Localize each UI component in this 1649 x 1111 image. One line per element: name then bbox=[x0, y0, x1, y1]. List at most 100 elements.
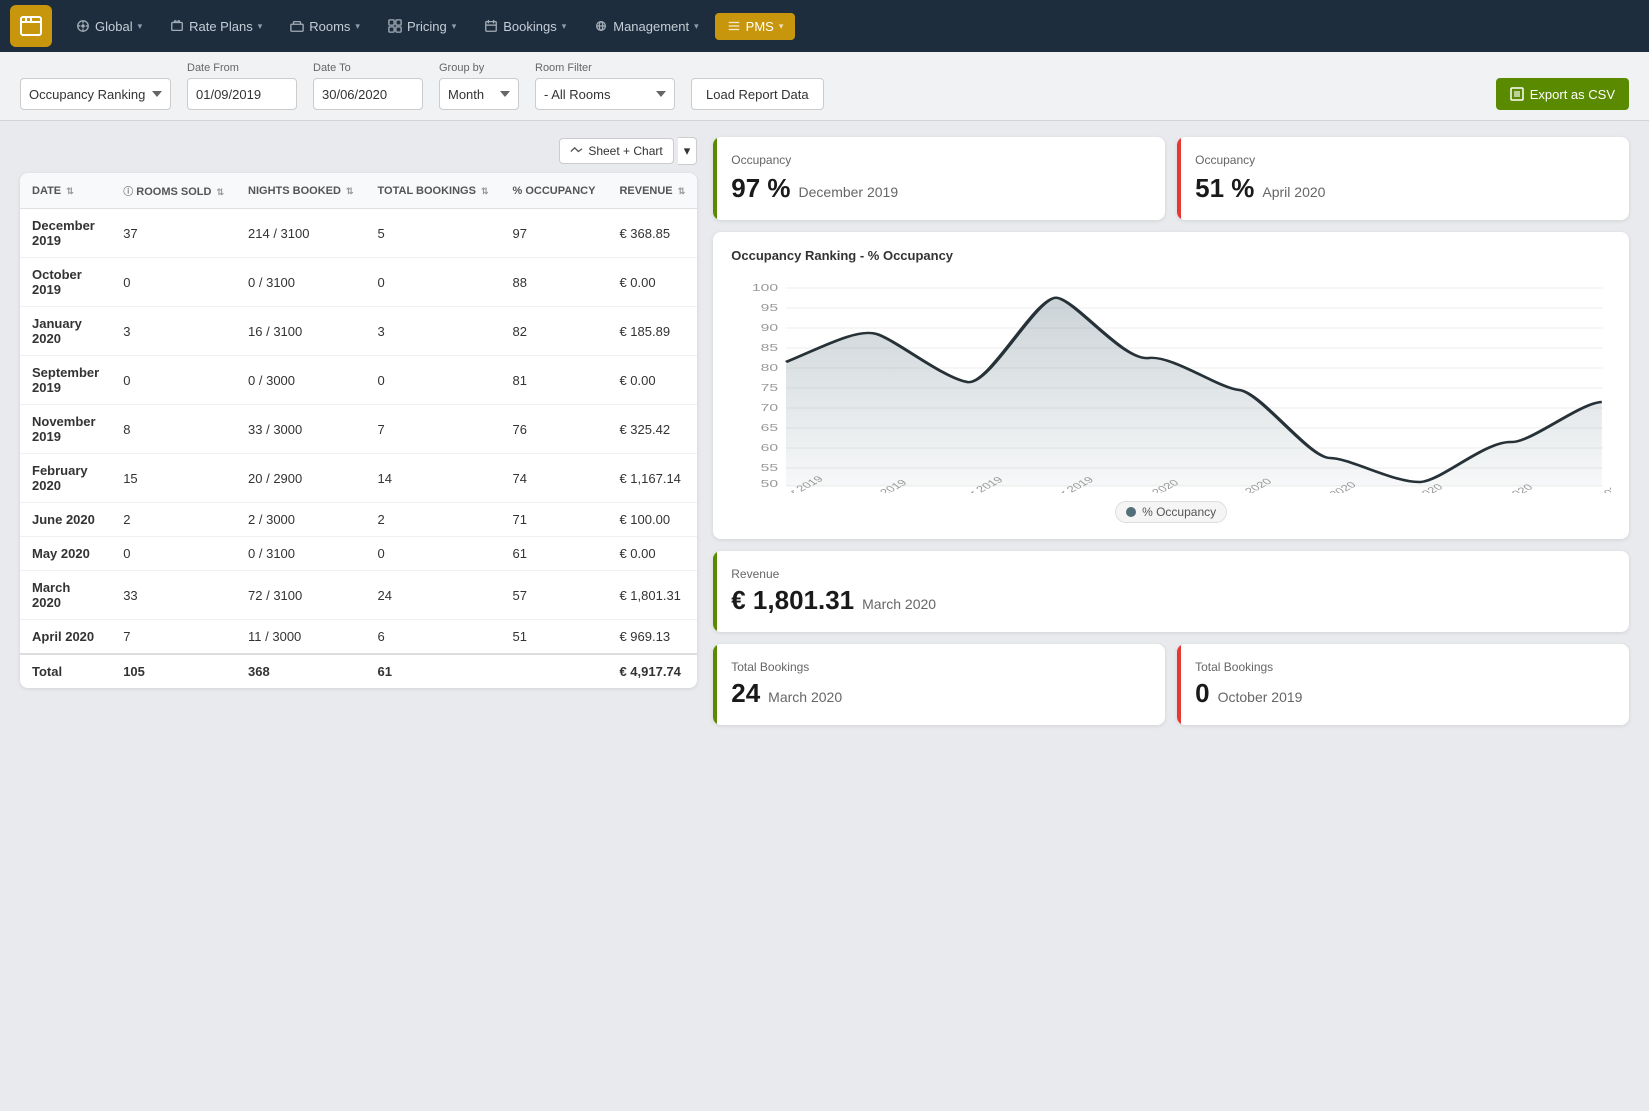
date-to-input[interactable] bbox=[313, 78, 423, 110]
table-total-row: Total 105 368 61 € 4,917.74 bbox=[20, 654, 697, 688]
cell-total-bookings: 0 bbox=[366, 258, 501, 307]
occupancy-card-1: Occupancy 97 % December 2019 bbox=[713, 137, 1165, 220]
group-by-select[interactable]: Month bbox=[439, 78, 519, 110]
cell-total-label: Total bbox=[20, 654, 111, 688]
cell-date: October 2019 bbox=[20, 258, 111, 307]
cell-nights-booked: 0 / 3100 bbox=[236, 537, 366, 571]
view-toggle-dropdown[interactable]: ▾ bbox=[678, 137, 698, 165]
data-table: DATE ⇅ ⓘ ROOMS SOLD ⇅ NIGHTS BOOKED ⇅ TO… bbox=[20, 173, 697, 688]
cell-date: November 2019 bbox=[20, 405, 111, 454]
nav-item-bookings[interactable]: Bookings ▾ bbox=[472, 13, 578, 40]
svg-text:95: 95 bbox=[761, 302, 778, 313]
booking-2-label: Total Bookings bbox=[1195, 660, 1611, 674]
cell-revenue: € 185.89 bbox=[607, 307, 697, 356]
view-toggle-button[interactable]: Sheet + Chart bbox=[559, 138, 673, 164]
svg-text:60: 60 bbox=[761, 442, 778, 453]
svg-text:55: 55 bbox=[761, 462, 778, 473]
date-from-label: Date From bbox=[187, 62, 297, 74]
cell-date: September 2019 bbox=[20, 356, 111, 405]
bottom-cards: Revenue € 1,801.31 March 2020 Total Book… bbox=[713, 551, 1629, 725]
export-csv-button[interactable]: Export as CSV bbox=[1496, 78, 1629, 110]
room-filter-select[interactable]: - All Rooms bbox=[535, 78, 675, 110]
col-revenue[interactable]: REVENUE ⇅ bbox=[607, 173, 697, 209]
right-section: Occupancy 97 % December 2019 Occupancy 5… bbox=[713, 137, 1629, 725]
table-row: November 2019 8 33 / 3000 7 76 € 325.42 bbox=[20, 405, 697, 454]
cell-rooms-sold: 2 bbox=[111, 503, 236, 537]
cell-total-bookings: 2 bbox=[366, 503, 501, 537]
cell-rooms-sold: 0 bbox=[111, 356, 236, 405]
svg-text:85: 85 bbox=[761, 342, 778, 353]
cell-date: April 2020 bbox=[20, 620, 111, 655]
stat-cards-row: Occupancy 97 % December 2019 Occupancy 5… bbox=[713, 137, 1629, 220]
cell-nights-booked: 0 / 3000 bbox=[236, 356, 366, 405]
cell-date: February 2020 bbox=[20, 454, 111, 503]
svg-text:65: 65 bbox=[761, 422, 778, 433]
cell-rooms-sold: 7 bbox=[111, 620, 236, 655]
svg-text:100: 100 bbox=[752, 282, 778, 293]
cell-date: March 2020 bbox=[20, 571, 111, 620]
chart-legend: % Occupancy bbox=[731, 501, 1611, 523]
nav-item-rate-plans[interactable]: Rate Plans ▾ bbox=[158, 13, 274, 40]
nav-item-pricing[interactable]: Pricing ▾ bbox=[376, 13, 468, 40]
chart-card: Occupancy Ranking - % Occupancy 100 95 9… bbox=[713, 232, 1629, 539]
cell-revenue: € 100.00 bbox=[607, 503, 697, 537]
cell-nights-booked: 33 / 3000 bbox=[236, 405, 366, 454]
chart-svg: 100 95 90 85 80 75 70 65 60 55 50 bbox=[731, 273, 1611, 493]
cell-pct-occupancy: 82 bbox=[501, 307, 608, 356]
cell-total-bookings: 0 bbox=[366, 537, 501, 571]
nav-item-management[interactable]: Management ▾ bbox=[582, 13, 710, 40]
cell-nights-booked: 11 / 3000 bbox=[236, 620, 366, 655]
cell-revenue: € 0.00 bbox=[607, 258, 697, 307]
cell-pct-occupancy: 71 bbox=[501, 503, 608, 537]
cell-revenue: € 969.13 bbox=[607, 620, 697, 655]
revenue-value: € 1,801.31 March 2020 bbox=[731, 585, 1611, 616]
report-type-select[interactable]: Occupancy Ranking bbox=[20, 78, 171, 110]
table-row: May 2020 0 0 / 3100 0 61 € 0.00 bbox=[20, 537, 697, 571]
cell-rooms-sold: 0 bbox=[111, 537, 236, 571]
room-filter-label: Room Filter bbox=[535, 62, 675, 74]
cell-total-pct bbox=[501, 654, 608, 688]
cell-nights-booked: 2 / 3000 bbox=[236, 503, 366, 537]
table-row: June 2020 2 2 / 3000 2 71 € 100.00 bbox=[20, 503, 697, 537]
table-row: March 2020 33 72 / 3100 24 57 € 1,801.31 bbox=[20, 571, 697, 620]
legend-occupancy[interactable]: % Occupancy bbox=[1115, 501, 1227, 523]
cell-total-revenue: € 4,917.74 bbox=[607, 654, 697, 688]
cell-date: January 2020 bbox=[20, 307, 111, 356]
nav-item-rooms[interactable]: Rooms ▾ bbox=[278, 13, 372, 40]
room-filter-group: Room Filter - All Rooms bbox=[535, 62, 675, 110]
cell-revenue: € 1,167.14 bbox=[607, 454, 697, 503]
col-pct-occupancy[interactable]: % OCCUPANCY bbox=[501, 173, 608, 209]
nav-item-global[interactable]: Global ▾ bbox=[64, 13, 154, 40]
cell-rooms-sold: 0 bbox=[111, 258, 236, 307]
cell-revenue: € 0.00 bbox=[607, 537, 697, 571]
view-toggle-bar: Sheet + Chart ▾ bbox=[20, 137, 697, 165]
app-logo[interactable] bbox=[10, 5, 52, 47]
booking-cards-row: Total Bookings 24 March 2020 Total Booki… bbox=[713, 644, 1629, 725]
legend-dot bbox=[1126, 507, 1136, 517]
svg-text:50: 50 bbox=[761, 478, 778, 489]
load-report-button[interactable]: Load Report Data bbox=[691, 78, 824, 110]
toolbar: Occupancy Ranking Date From Date To Grou… bbox=[0, 52, 1649, 121]
revenue-label: Revenue bbox=[731, 567, 1611, 581]
booking-1-value: 24 March 2020 bbox=[731, 678, 1147, 709]
table-row: December 2019 37 214 / 3100 5 97 € 368.8… bbox=[20, 209, 697, 258]
nav-item-pms[interactable]: PMS ▾ bbox=[715, 13, 796, 40]
cell-nights-booked: 0 / 3100 bbox=[236, 258, 366, 307]
cell-total-bookings: 6 bbox=[366, 620, 501, 655]
cell-total-bookings: 3 bbox=[366, 307, 501, 356]
col-rooms-sold[interactable]: ⓘ ROOMS SOLD ⇅ bbox=[111, 173, 236, 209]
date-from-input[interactable] bbox=[187, 78, 297, 110]
cell-nights-booked: 214 / 3100 bbox=[236, 209, 366, 258]
cell-total-bookings: 5 bbox=[366, 209, 501, 258]
col-total-bookings[interactable]: TOTAL BOOKINGS ⇅ bbox=[366, 173, 501, 209]
cell-pct-occupancy: 51 bbox=[501, 620, 608, 655]
cell-revenue: € 0.00 bbox=[607, 356, 697, 405]
col-nights-booked[interactable]: NIGHTS BOOKED ⇅ bbox=[236, 173, 366, 209]
col-date[interactable]: DATE ⇅ bbox=[20, 173, 111, 209]
occupancy-2-value: 51 % April 2020 bbox=[1195, 173, 1611, 204]
svg-text:75: 75 bbox=[761, 382, 778, 393]
booking-card-2: Total Bookings 0 October 2019 bbox=[1177, 644, 1629, 725]
cell-revenue: € 368.85 bbox=[607, 209, 697, 258]
table-header: DATE ⇅ ⓘ ROOMS SOLD ⇅ NIGHTS BOOKED ⇅ TO… bbox=[20, 173, 697, 209]
cell-total-bookings: 24 bbox=[366, 571, 501, 620]
